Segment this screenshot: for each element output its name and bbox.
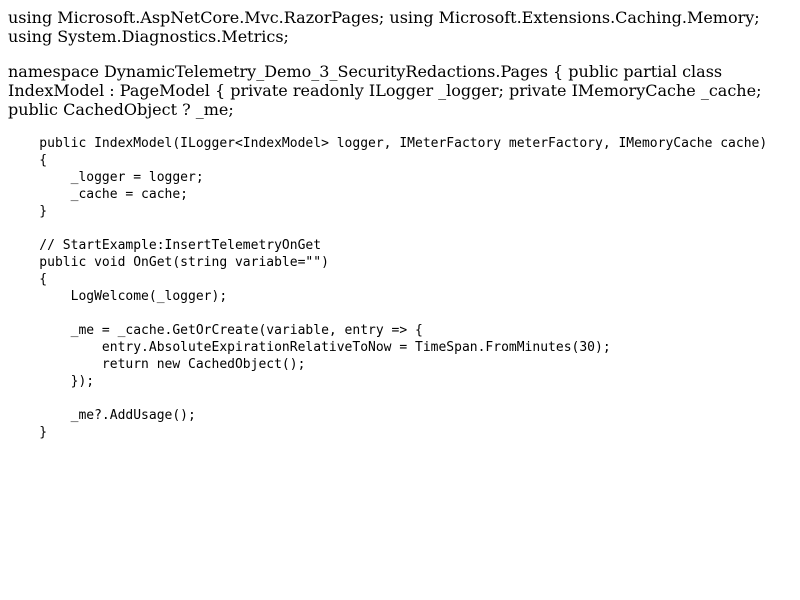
code-line: public void OnGet(string variable="")	[8, 255, 329, 270]
code-block: public IndexModel(ILogger<IndexModel> lo…	[8, 135, 767, 441]
code-line: public IndexModel(ILogger<IndexModel> lo…	[8, 136, 768, 151]
namespace-paragraph: namespace DynamicTelemetry_Demo_3_Securi…	[8, 62, 762, 119]
code-line: }	[8, 204, 48, 219]
code-line: });	[8, 374, 95, 389]
code-line: _me?.AddUsage();	[8, 408, 196, 423]
code-line: _logger = logger;	[8, 170, 204, 185]
code-line: return new CachedObject();	[8, 357, 306, 372]
usings-paragraph: using Microsoft.AspNetCore.Mvc.RazorPage…	[8, 8, 760, 46]
code-line: entry.AbsoluteExpirationRelativeToNow = …	[8, 340, 611, 355]
code-line: LogWelcome(_logger);	[8, 289, 228, 304]
code-line: {	[8, 153, 48, 168]
code-line: }	[8, 425, 48, 440]
code-line: _me = _cache.GetOrCreate(variable, entry…	[8, 323, 423, 338]
code-line: _cache = cache;	[8, 187, 189, 202]
code-line: {	[8, 272, 48, 287]
code-line: // StartExample:InsertTelemetryOnGet	[8, 238, 322, 253]
